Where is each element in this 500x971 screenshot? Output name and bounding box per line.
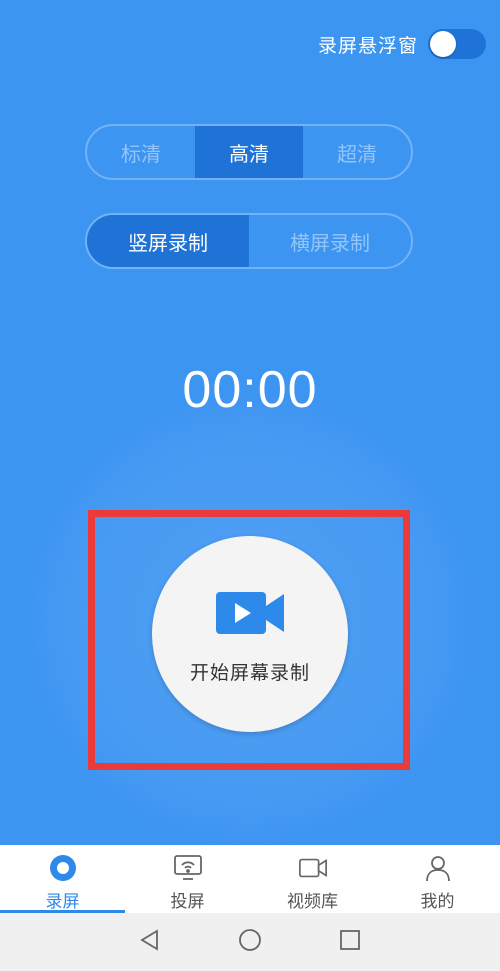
recording-timer: 00:00 [182, 361, 318, 419]
recorder-screen: 录屏悬浮窗 标清 高清 超清 竖屏录制 横屏录制 00:00 开始屏幕录制 [0, 0, 500, 845]
tab-cast-label: 投屏 [170, 892, 205, 912]
start-recording-button[interactable]: 开始屏幕录制 [152, 536, 348, 732]
home-icon[interactable] [238, 928, 262, 956]
floating-window-label: 录屏悬浮窗 [317, 34, 418, 57]
cast-icon [173, 853, 203, 883]
recents-icon[interactable] [339, 929, 361, 955]
tab-video-library-label: 视频库 [287, 892, 338, 912]
orientation-option-portrait[interactable]: 竖屏录制 [87, 215, 249, 267]
back-icon[interactable] [139, 929, 161, 955]
video-library-icon [298, 853, 328, 883]
start-recording-label: 开始屏幕录制 [189, 662, 310, 684]
tab-mine-label: 我的 [420, 892, 455, 912]
quality-option-hd[interactable]: 高清 [195, 126, 303, 178]
quality-selector: 标清 高清 超清 [85, 124, 413, 180]
tab-record[interactable]: 录屏 [0, 845, 125, 913]
user-icon [423, 853, 453, 883]
tab-mine[interactable]: 我的 [375, 845, 500, 913]
floating-window-row: 录屏悬浮窗 [318, 28, 486, 60]
system-navigation-bar [0, 913, 500, 971]
video-camera-icon [216, 590, 284, 640]
tab-video-library[interactable]: 视频库 [250, 845, 375, 913]
quality-option-ultra[interactable]: 超清 [303, 126, 411, 178]
tab-cast[interactable]: 投屏 [125, 845, 250, 913]
orientation-option-landscape[interactable]: 横屏录制 [249, 215, 411, 267]
floating-window-switch[interactable] [428, 29, 486, 59]
switch-knob [430, 31, 456, 57]
orientation-selector: 竖屏录制 横屏录制 [85, 213, 413, 269]
quality-option-standard[interactable]: 标清 [87, 126, 195, 178]
bottom-tab-bar: 录屏 投屏 视频库 我的 [0, 845, 500, 913]
record-icon [48, 853, 78, 883]
tab-record-label: 录屏 [45, 892, 80, 912]
